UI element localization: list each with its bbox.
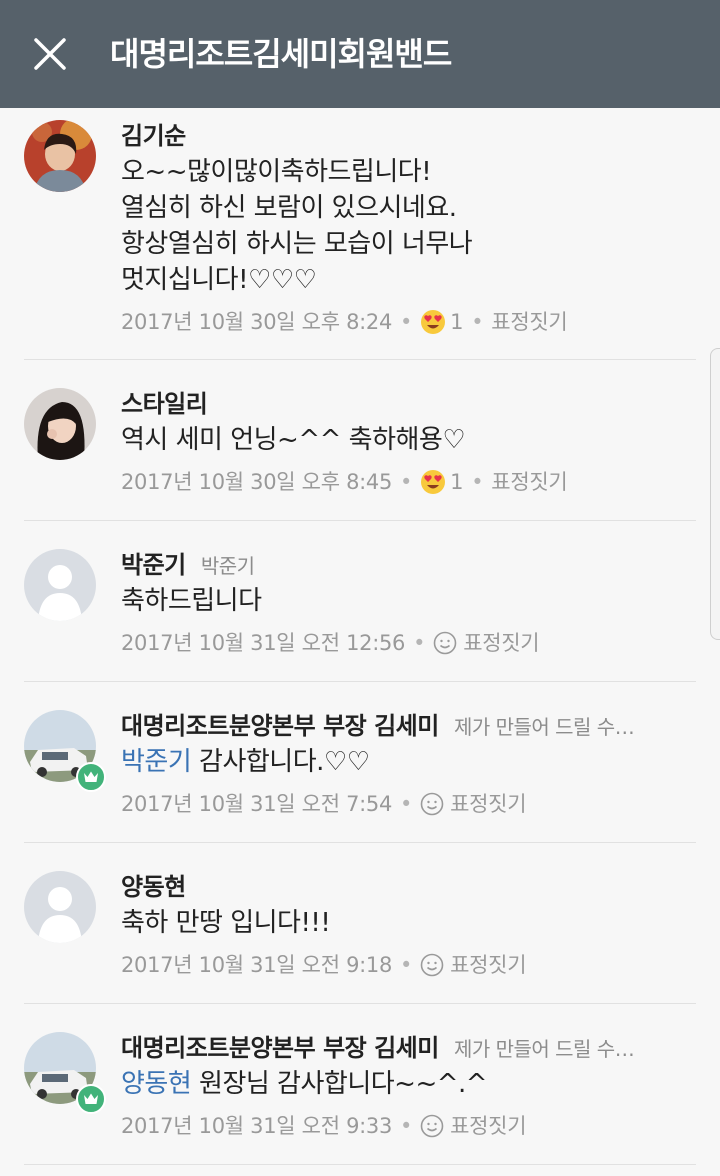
avatar[interactable] [24, 388, 96, 460]
avatar-photo [24, 388, 96, 460]
smiley-outline-icon[interactable] [420, 953, 444, 977]
smiley-outline-icon[interactable] [433, 631, 457, 655]
comment-text-line: 원장님 감사합니다~~^.^ [199, 1069, 488, 1099]
comment-text: 박준기 감사합니다.♡♡ [121, 744, 696, 780]
reaction-count[interactable]: 1 [450, 304, 463, 340]
comment-item: 대명리조트분양본부 부장 김세미 제가 만들어 드릴 수… 박준기 감사합니다.… [24, 682, 696, 843]
crown-icon [84, 1093, 98, 1104]
comment-item: 대명리조트분양본부 부장 김세미 제가 만들어 드릴 수… 양동현 원장님 감사… [24, 1004, 696, 1165]
comment-author[interactable]: 양동현 [121, 873, 186, 901]
comment-text-line: 감사합니다.♡♡ [199, 747, 370, 777]
comment-text-line: 멋지십니다!♡♡♡ [121, 265, 317, 295]
crown-badge [76, 762, 106, 792]
comment-item: 스타일리 역시 세미 언닝~^^ 축하해용♡ 2017년 10월 30일 오후 … [24, 360, 696, 521]
comment-timestamp: 2017년 10월 30일 오후 8:24 [121, 310, 393, 334]
comment-text-line: 역시 세미 언닝~^^ 축하해용♡ [121, 425, 466, 455]
comment-text-line: 축하 만땅 입니다!!! [121, 908, 331, 938]
crown-icon [84, 771, 98, 782]
avatar-photo [24, 120, 96, 192]
default-user-icon [24, 549, 96, 621]
comment-timestamp: 2017년 10월 30일 오후 8:45 [121, 470, 393, 494]
comment-meta: 2017년 10월 30일 오후 8:45 • 1 • 표정짓기 [121, 464, 696, 500]
comment-meta: 2017년 10월 31일 오전 9:18 • 표정짓기 [121, 947, 696, 983]
comment-text: 양동현 원장님 감사합니다~~^.^ [121, 1066, 696, 1102]
app-header: 대명리조트김세미회원밴드 [0, 0, 720, 108]
reaction-count[interactable]: 1 [450, 464, 463, 500]
separator-dot: • [400, 1114, 413, 1138]
comment-author[interactable]: 대명리조트분양본부 부장 김세미 [121, 712, 439, 740]
author-description: 박준기 [200, 554, 255, 578]
heart-eyes-emoji-icon[interactable] [420, 309, 446, 335]
comment-text-line: 축하드립니다 [121, 586, 262, 616]
smiley-outline-icon[interactable] [420, 792, 444, 816]
close-icon [34, 38, 66, 70]
avatar[interactable] [24, 120, 96, 192]
comment-text-line: 열심히 하신 보람이 있으시네요. [121, 193, 457, 223]
separator-dot: • [400, 310, 413, 334]
comment-item: 박준기 박준기 축하드립니다 2017년 10월 31일 오전 12:56 • … [24, 521, 696, 682]
comment-item: 김기순 오~~많이많이축하드립니다! 열심히 하신 보람이 있으시네요. 항상열… [24, 108, 696, 360]
comment-timestamp: 2017년 10월 31일 오전 7:54 [121, 792, 393, 816]
separator-dot: • [400, 792, 413, 816]
crown-badge [76, 1084, 106, 1114]
default-user-icon [24, 871, 96, 943]
comment-meta: 2017년 10월 31일 오전 7:54 • 표정짓기 [121, 786, 696, 822]
default-avatar[interactable] [24, 871, 96, 943]
comment-text-line: 항상열심히 하시는 모습이 너무나 [121, 229, 473, 259]
separator-dot: • [471, 310, 484, 334]
mention-link[interactable]: 박준기 [121, 747, 192, 777]
default-avatar[interactable] [24, 549, 96, 621]
comment-timestamp: 2017년 10월 31일 오전 9:18 [121, 953, 393, 977]
mention-link[interactable]: 양동현 [121, 1069, 192, 1099]
react-button[interactable]: 표정짓기 [491, 464, 567, 500]
react-button[interactable]: 표정짓기 [491, 304, 567, 340]
comment-author[interactable]: 박준기 [121, 551, 186, 579]
smiley-outline-icon[interactable] [420, 1114, 444, 1138]
separator-dot: • [400, 953, 413, 977]
comment-item: 양동현 축하 만땅 입니다!!! 2017년 10월 31일 오전 9:18 •… [24, 843, 696, 1004]
author-description: 제가 만들어 드릴 수… [453, 715, 635, 739]
separator-dot: • [471, 470, 484, 494]
comment-list: 김기순 오~~많이많이축하드립니다! 열심히 하신 보람이 있으시네요. 항상열… [0, 108, 720, 1165]
react-button[interactable]: 표정짓기 [450, 786, 526, 822]
heart-eyes-emoji-icon[interactable] [420, 469, 446, 495]
comment-timestamp: 2017년 10월 31일 오전 9:33 [121, 1114, 393, 1138]
react-button[interactable]: 표정짓기 [450, 1108, 526, 1144]
comment-meta: 2017년 10월 31일 오전 9:33 • 표정짓기 [121, 1108, 696, 1144]
comment-meta: 2017년 10월 31일 오전 12:56 • 표정짓기 [121, 625, 696, 661]
comment-text-line: 오~~많이많이축하드립니다! [121, 157, 432, 187]
scrollbar[interactable] [710, 348, 720, 640]
author-description: 제가 만들어 드릴 수… [453, 1037, 635, 1061]
separator-dot: • [413, 631, 426, 655]
comment-author[interactable]: 대명리조트분양본부 부장 김세미 [121, 1034, 439, 1062]
comment-author[interactable]: 김기순 [121, 122, 186, 150]
header-title: 대명리조트김세미회원밴드 [110, 35, 452, 73]
close-button[interactable] [24, 28, 76, 80]
react-button[interactable]: 표정짓기 [463, 625, 539, 661]
comment-author[interactable]: 스타일리 [121, 390, 208, 418]
separator-dot: • [400, 470, 413, 494]
comment-meta: 2017년 10월 30일 오후 8:24 • 1 • 표정짓기 [121, 304, 696, 340]
react-button[interactable]: 표정짓기 [450, 947, 526, 983]
comment-timestamp: 2017년 10월 31일 오전 12:56 [121, 631, 406, 655]
